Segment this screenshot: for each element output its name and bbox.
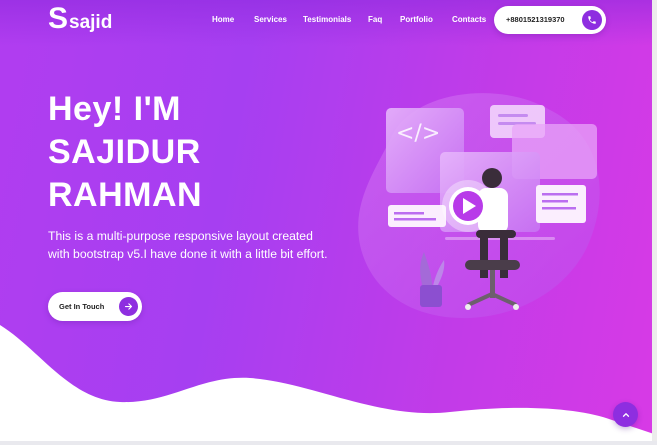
hero-section: S sajid Home Services Testimonials Faq P… bbox=[0, 0, 657, 445]
nav-home[interactable]: Home bbox=[212, 15, 234, 24]
hero-headline: Hey! I'M SAJIDUR RAHMAN bbox=[48, 88, 348, 217]
phone-contact-pill[interactable]: +8801521319370 bbox=[494, 6, 606, 34]
headline-line-3: RAHMAN bbox=[48, 176, 203, 214]
nav-faq[interactable]: Faq bbox=[368, 15, 382, 24]
right-code-card bbox=[536, 185, 586, 223]
arrow-right-icon bbox=[119, 297, 138, 316]
nav-portfolio[interactable]: Portfolio bbox=[400, 15, 433, 24]
get-in-touch-button[interactable]: Get In Touch bbox=[48, 292, 142, 321]
headline-line-1: Hey! I'M bbox=[48, 90, 181, 128]
phone-icon[interactable] bbox=[582, 10, 602, 30]
nav-services[interactable]: Services bbox=[254, 15, 287, 24]
logo-text: sajid bbox=[69, 12, 113, 33]
nav-contacts[interactable]: Contacts bbox=[452, 15, 486, 24]
person-head bbox=[482, 168, 502, 188]
left-code-card bbox=[388, 205, 446, 227]
logo[interactable]: S sajid bbox=[48, 4, 112, 34]
chair bbox=[465, 260, 520, 270]
bottom-wave bbox=[0, 325, 657, 445]
scroll-to-top-button[interactable] bbox=[613, 402, 638, 427]
scrollbar-track[interactable] bbox=[652, 0, 657, 445]
headline-line-2: SAJIDUR bbox=[48, 133, 201, 171]
nav-testimonials[interactable]: Testimonials bbox=[303, 15, 351, 24]
page-bottom-edge bbox=[0, 441, 657, 445]
code-tag-glyph: </> bbox=[396, 121, 440, 146]
developer-illustration: </> bbox=[358, 93, 600, 319]
chevron-up-icon bbox=[622, 412, 629, 417]
cta-label: Get In Touch bbox=[59, 302, 105, 311]
phone-number: +8801521319370 bbox=[506, 15, 565, 24]
hero-description: This is a multi-purpose responsive layou… bbox=[48, 229, 328, 261]
logo-initial: S bbox=[48, 2, 69, 35]
